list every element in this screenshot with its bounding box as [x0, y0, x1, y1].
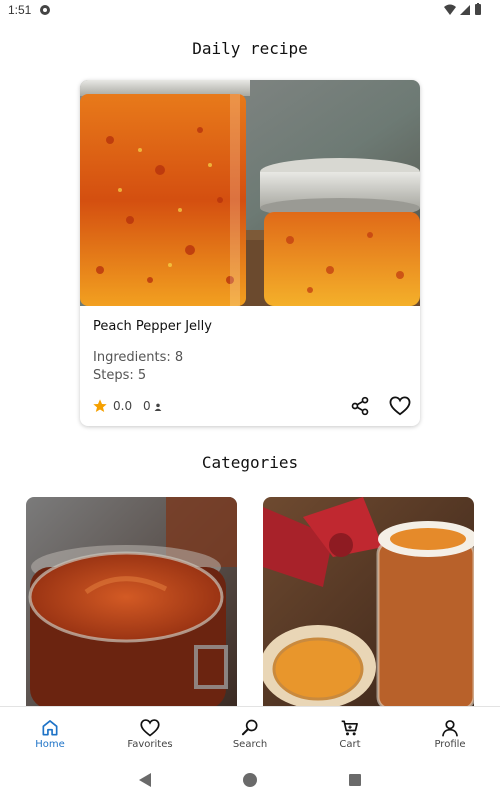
bottom-navigation: Home Favorites Search Cart Profile: [0, 706, 500, 760]
nav-search-label: Search: [232, 739, 268, 750]
heart-icon: [140, 719, 160, 737]
status-bar: 1:51: [0, 0, 500, 22]
nav-cart[interactable]: Cart: [300, 707, 400, 761]
daily-recipe-image: [80, 80, 420, 306]
nav-profile[interactable]: Profile: [400, 707, 500, 761]
favorite-heart-icon[interactable]: [389, 396, 411, 416]
recent-apps-icon[interactable]: [349, 774, 361, 786]
category-image: [263, 497, 474, 709]
nav-home-label: Home: [35, 739, 65, 750]
person-icon: [442, 720, 458, 737]
categories-title: Categories: [201, 453, 299, 472]
status-icons: [444, 3, 481, 15]
battery-icon: [475, 3, 481, 15]
recipe-ingredients: Ingredients: 8: [93, 350, 184, 365]
rating-row: 0.0 0: [92, 398, 182, 416]
daily-recipe-card[interactable]: Peach Pepper Jelly Ingredients: 8 Steps:…: [80, 80, 420, 426]
search-icon: [241, 719, 258, 736]
review-count: 0: [143, 399, 151, 413]
status-time: 1:51: [8, 3, 32, 17]
nav-home[interactable]: Home: [0, 707, 100, 761]
star-icon: [93, 399, 107, 412]
nav-favorites-label: Favorites: [127, 739, 173, 750]
home-button-icon[interactable]: [243, 773, 257, 787]
signal-icon: [460, 5, 470, 15]
nav-search[interactable]: Search: [200, 707, 300, 761]
home-icon: [42, 720, 58, 736]
daily-recipe-title: Daily recipe: [192, 39, 308, 58]
nav-cart-label: Cart: [339, 739, 361, 750]
system-navigation-bar: [0, 760, 500, 800]
nav-profile-label: Profile: [434, 739, 466, 750]
recipe-name: Peach Pepper Jelly: [93, 319, 212, 334]
cart-icon: [341, 720, 358, 736]
rating-value: 0.0: [113, 399, 133, 413]
wifi-icon: [444, 4, 456, 15]
notification-icon: [40, 5, 50, 15]
category-image: [26, 497, 237, 709]
category-card[interactable]: [263, 497, 474, 709]
nav-favorites[interactable]: Favorites: [100, 707, 200, 761]
share-icon[interactable]: [350, 396, 370, 416]
back-icon[interactable]: [138, 772, 152, 788]
category-card[interactable]: [26, 497, 237, 709]
recipe-steps: Steps: 5: [93, 368, 147, 383]
person-icon: [154, 403, 162, 411]
